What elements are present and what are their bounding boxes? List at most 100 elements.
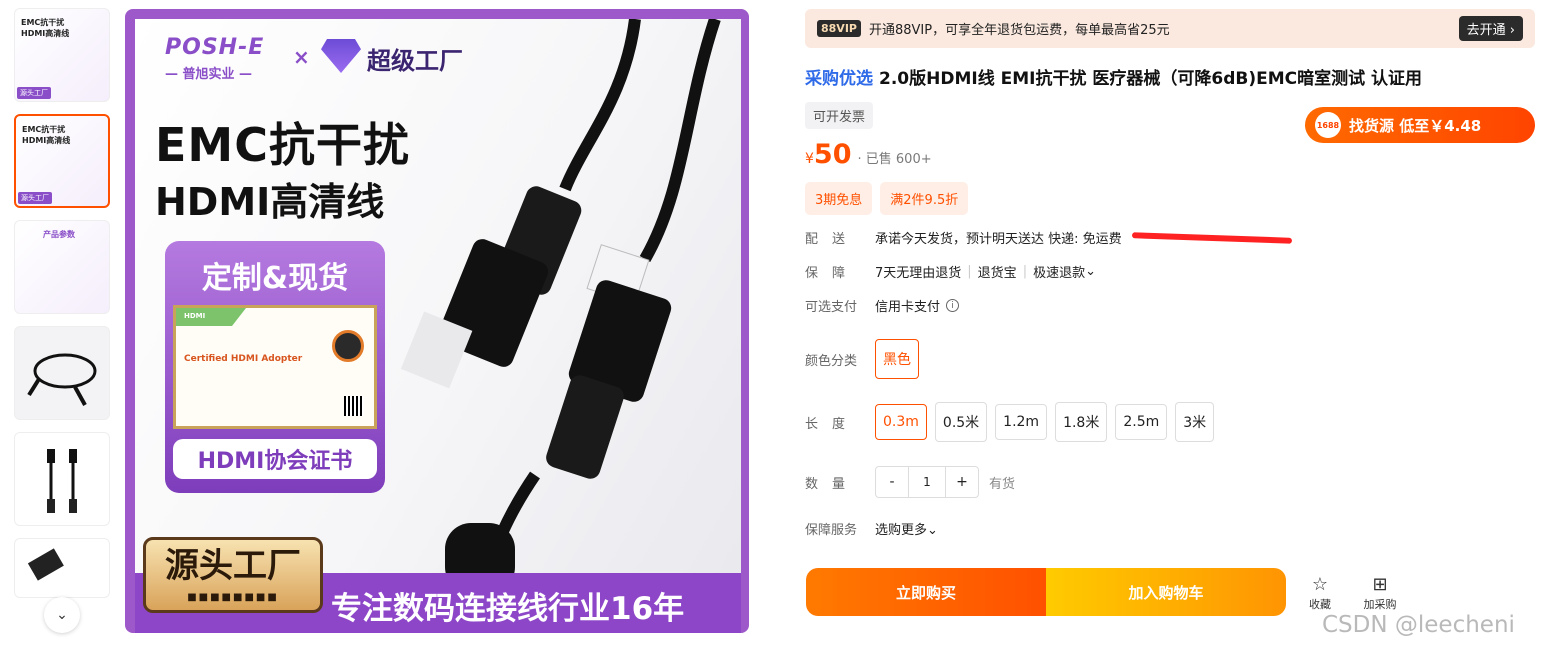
payment-row: 可选支付 信用卡支付 i xyxy=(805,296,960,315)
thumbnail-5[interactable] xyxy=(14,432,110,526)
thumbnail-caption: HDMI高清线 xyxy=(22,136,71,145)
certificate-card-title: 定制&现货 xyxy=(201,261,349,296)
connector-image xyxy=(27,548,64,581)
chevron-down-icon[interactable]: ⌄ xyxy=(1085,264,1096,279)
brand-logo: POSH-E xyxy=(165,35,265,60)
quantity-stepper: - 1 + xyxy=(875,466,979,498)
product-title-text: 2.0版HDMI线 EMI抗干扰 医疗器械（可降6dB)EMC暗室测试 认证用 xyxy=(879,69,1423,89)
cross-mark: × xyxy=(293,45,310,69)
length-option[interactable]: 0.3m xyxy=(875,404,927,440)
add-purchase-label: 加采购 xyxy=(1363,598,1397,611)
invoice-tag: 可开发票 xyxy=(805,102,874,129)
length-option[interactable]: 1.8米 xyxy=(1055,402,1108,442)
thumbnail-badge: 源头工厂 xyxy=(18,192,52,204)
buy-now-button[interactable]: 立即购买 xyxy=(806,568,1046,616)
brand-subtitle: — 普旭实业 — xyxy=(165,67,253,82)
quantity-increase-button[interactable]: + xyxy=(946,467,978,497)
service-row: 保障服务 选购更多⌄ xyxy=(805,519,938,538)
thumbnail-6[interactable] xyxy=(14,538,110,598)
length-option[interactable]: 3米 xyxy=(1175,402,1215,442)
certificate-caption: HDMI协会证书 xyxy=(173,439,377,479)
thumbnail-3[interactable]: 产品参数 xyxy=(14,220,110,314)
length-option[interactable]: 1.2m xyxy=(995,404,1048,440)
vip-banner: 88VIP 开通88VIP，可享全年退货包运费，每单最高省25元 去开通 › xyxy=(805,9,1535,48)
thumbnail-list: EMC抗干扰 HDMI高清线 源头工厂 EMC抗干扰 HDMI高清线 源头工厂 产品… xyxy=(14,8,110,610)
add-to-cart-button[interactable]: 加入购物车 xyxy=(1046,568,1286,616)
quantity-label: 数量 xyxy=(805,476,860,492)
currency-symbol: ¥ xyxy=(805,151,814,167)
thumbnail-2[interactable]: EMC抗干扰 HDMI高清线 源头工厂 xyxy=(14,114,110,208)
service-more-dropdown[interactable]: 选购更多⌄ xyxy=(875,519,938,538)
thumbnail-4[interactable] xyxy=(14,326,110,420)
color-row: 颜色分类 黑色 xyxy=(805,339,927,379)
find-source-label: 找货源 低至￥4.48 xyxy=(1349,116,1482,135)
watermark: CSDN @leecheni xyxy=(1322,612,1515,638)
certificate-document: HDMI Certified HDMI Adopter xyxy=(173,305,377,429)
thumbnail-1[interactable]: EMC抗干扰 HDMI高清线 源头工厂 xyxy=(14,8,110,102)
quantity-decrease-button[interactable]: - xyxy=(876,467,908,497)
sold-count: · 已售 600+ xyxy=(857,152,932,167)
source-factory-tag: 源头工厂 ■■■■■■■■ xyxy=(143,537,323,613)
payment-text: 信用卡支付 xyxy=(875,300,941,315)
add-purchase-button[interactable]: ⊞ 加采购 xyxy=(1360,574,1400,612)
decorative-dots: ■■■■■■■■ xyxy=(187,592,279,603)
guarantee-label: 保障 xyxy=(805,266,860,281)
product-title: 采购优选 2.0版HDMI线 EMI抗干扰 医疗器械（可降6dB)EMC暗室测试 … xyxy=(805,64,1422,89)
info-icon[interactable]: i xyxy=(946,299,960,312)
gem-logo-icon xyxy=(321,39,361,73)
quantity-row: 数量 - 1 + 有货 xyxy=(805,466,1015,498)
purchase-list-icon: ⊞ xyxy=(1372,574,1388,595)
vip-text: 开通88VIP，可享全年退货包运费，每单最高省25元 xyxy=(868,23,1170,38)
image-slogan: 专注数码连接线行业16年 xyxy=(331,591,685,627)
payment-label: 可选支付 xyxy=(805,300,858,315)
certificate-heading: Certified HDMI Adopter xyxy=(184,354,303,364)
color-option-black[interactable]: 黑色 xyxy=(875,339,919,379)
qr-code-icon xyxy=(344,396,364,416)
installment-coupon[interactable]: 3期免息 xyxy=(805,182,873,215)
delivery-row: 配送 承诺今天发货，预计明天送达 快递: 免运费 xyxy=(805,228,1292,247)
cable-coil-image xyxy=(27,353,97,406)
length-option[interactable]: 2.5m xyxy=(1115,404,1168,440)
seal-icon xyxy=(332,330,364,362)
service-label: 保障服务 xyxy=(805,523,858,538)
image-headline: EMC抗干扰 xyxy=(155,118,410,172)
thumbnail-badge: 源头工厂 xyxy=(17,87,51,99)
alibaba-1688-icon: 1688 xyxy=(1315,112,1341,138)
vip-open-button[interactable]: 去开通 › xyxy=(1458,16,1523,41)
guarantee-item: 退货宝 xyxy=(977,266,1017,281)
length-option[interactable]: 0.5米 xyxy=(934,402,988,442)
favorite-label: 收藏 xyxy=(1309,598,1331,611)
chevron-down-icon: ⌄ xyxy=(56,607,68,623)
image-canvas: POSH-E — 普旭实业 — × 超级工厂 EMC抗干扰 HDMI高清线 定制… xyxy=(135,19,741,579)
delivery-text: 承诺今天发货，预计明天送达 快递: 免运费 xyxy=(875,232,1122,247)
star-icon: ☆ xyxy=(1311,574,1329,595)
certificate-head: HDMI xyxy=(184,312,206,320)
find-source-button[interactable]: 1688 找货源 低至￥4.48 xyxy=(1305,107,1535,143)
delivery-label: 配送 xyxy=(805,232,860,247)
color-label: 颜色分类 xyxy=(805,353,858,369)
image-subheadline: HDMI高清线 xyxy=(155,180,385,224)
price-value: 50 xyxy=(813,139,852,170)
purchase-preferred-tag: 采购优选 xyxy=(805,69,873,89)
discount-coupon[interactable]: 满2件9.5折 xyxy=(880,182,969,215)
certificate-card: 定制&现货 HDMI Certified HDMI Adopter HDMI协会… xyxy=(165,241,385,493)
thumbnail-caption: EMC抗干扰 xyxy=(21,18,65,27)
quantity-input[interactable]: 1 xyxy=(908,467,946,497)
cable-pair-image xyxy=(47,449,77,513)
vip-badge: 88VIP xyxy=(817,20,861,37)
hdmi-cable-illustration xyxy=(400,19,721,579)
stock-status: 有货 xyxy=(989,476,1016,492)
guarantee-item[interactable]: 极速退款 xyxy=(1033,262,1085,281)
thumbnail-caption: EMC抗干扰 xyxy=(22,125,66,134)
redaction-mark xyxy=(1131,231,1292,244)
length-row: 长度 0.3m 0.5米 1.2m 1.8米 2.5m 3米 xyxy=(805,402,1222,442)
thumbnail-caption: HDMI高清线 xyxy=(21,29,70,38)
guarantee-item: 7天无理由退货 xyxy=(875,266,962,281)
length-label: 长度 xyxy=(805,416,860,432)
guarantee-row: 保障 7天无理由退货 | 退货宝 | 极速退款 ⌄ xyxy=(805,262,1096,281)
thumbnail-scroll-down-button[interactable]: ⌄ xyxy=(44,597,80,633)
source-factory-label: 源头工厂 xyxy=(165,546,301,586)
favorite-button[interactable]: ☆ 收藏 xyxy=(1300,574,1340,612)
price-row: ¥ 50 · 已售 600+ xyxy=(805,139,932,170)
promotion-tags: 3期免息 满2件9.5折 xyxy=(805,182,969,215)
